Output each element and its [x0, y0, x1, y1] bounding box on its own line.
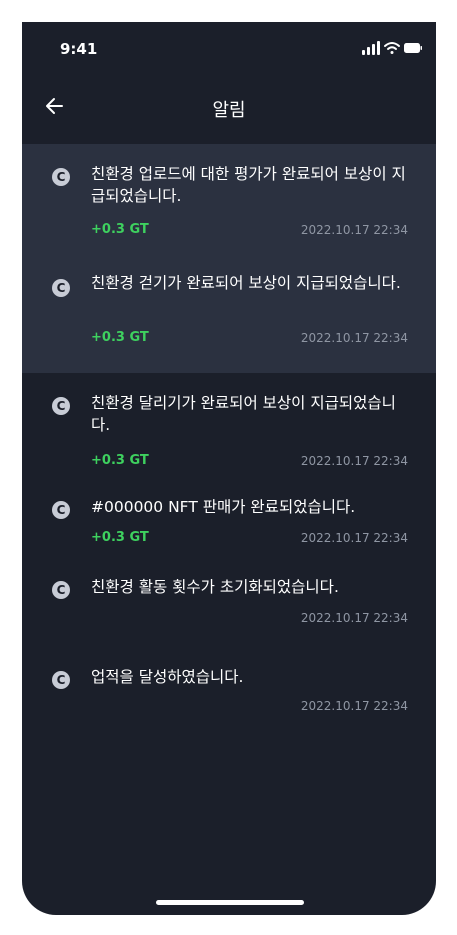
wifi-icon — [384, 42, 400, 54]
battery-icon — [404, 43, 422, 53]
phone-screen: 9:41 알림 C 친환경 업로드에 대한 평가가 완료되어 보상이 지급되었습… — [22, 22, 436, 915]
notification-item[interactable]: C 친환경 활동 횟수가 초기화되었습니다. 2022.10.17 22:34 — [22, 569, 436, 659]
notification-date: 2022.10.17 22:34 — [300, 223, 408, 237]
notification-message: 친환경 달리기가 완료되어 보상이 지급되었습니다. — [91, 394, 396, 434]
notification-message: 친환경 걷기가 완료되어 보상이 지급되었습니다. — [91, 274, 401, 292]
status-icons — [362, 41, 422, 55]
notification-item[interactable]: C 친환경 달리기가 완료되어 보상이 지급되었습니다. +0.3 GT 202… — [22, 373, 436, 485]
home-indicator[interactable] — [156, 900, 304, 905]
coin-c-icon: C — [52, 279, 70, 297]
notification-date: 2022.10.17 22:34 — [300, 611, 408, 625]
notification-item[interactable]: C 친환경 업로드에 대한 평가가 완료되어 보상이 지급되었습니다. +0.3… — [22, 144, 436, 257]
status-bar: 9:41 — [22, 22, 436, 74]
notification-item[interactable]: C 업적을 달성하였습니다. 2022.10.17 22:34 — [22, 659, 436, 739]
notification-reward: +0.3 GT — [91, 330, 149, 345]
notification-item[interactable]: C #000000 NFT 판매가 완료되었습니다. +0.3 GT 2022.… — [22, 485, 436, 569]
coin-c-icon: C — [52, 397, 70, 415]
notification-date: 2022.10.17 22:34 — [300, 454, 408, 468]
notification-message: 친환경 활동 횟수가 초기화되었습니다. — [91, 578, 339, 596]
coin-c-icon: C — [52, 168, 70, 186]
notification-date: 2022.10.17 22:34 — [300, 531, 408, 545]
signal-icon — [362, 41, 380, 55]
coin-c-icon: C — [52, 581, 70, 599]
coin-c-icon: C — [52, 501, 70, 519]
notification-item[interactable]: C 친환경 걷기가 완료되어 보상이 지급되었습니다. +0.3 GT 2022… — [22, 257, 436, 373]
notification-reward: +0.3 GT — [91, 222, 149, 237]
nav-bar: 알림 — [22, 74, 436, 144]
status-time: 9:41 — [60, 40, 98, 58]
notification-reward: +0.3 GT — [91, 453, 149, 468]
notification-reward: +0.3 GT — [91, 530, 149, 545]
notification-message: #000000 NFT 판매가 완료되었습니다. — [91, 498, 356, 516]
coin-c-icon: C — [52, 671, 70, 689]
notification-date: 2022.10.17 22:34 — [300, 331, 408, 345]
notification-date: 2022.10.17 22:34 — [300, 699, 408, 713]
notification-list: C 친환경 업로드에 대한 평가가 완료되어 보상이 지급되었습니다. +0.3… — [22, 144, 436, 739]
notification-message: 업적을 달성하였습니다. — [91, 668, 244, 686]
page-title: 알림 — [212, 100, 246, 121]
notification-message: 친환경 업로드에 대한 평가가 완료되어 보상이 지급되었습니다. — [91, 165, 406, 205]
